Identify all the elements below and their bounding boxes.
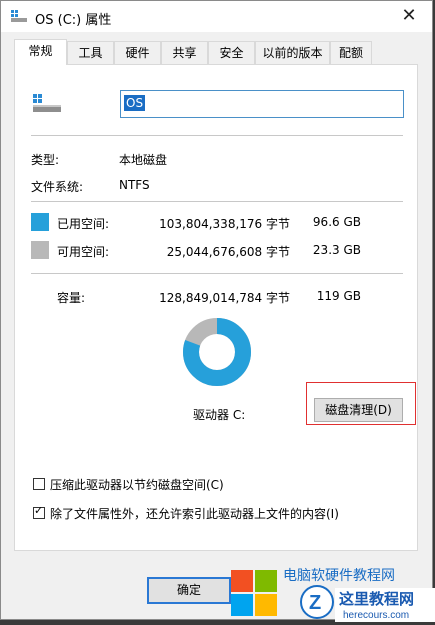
drive-label: 驱动器 C: [193, 408, 246, 422]
watermark-domain: herecours.com [343, 610, 409, 621]
tab-tools[interactable]: 工具 [67, 41, 114, 64]
used-space-size: 96.6 GB [312, 215, 361, 229]
used-space-swatch [31, 213, 49, 231]
tab-previous-versions[interactable]: 以前的版本 [255, 41, 330, 64]
compress-label[interactable]: 压缩此驱动器以节约磁盘空间(C) [50, 476, 224, 493]
ok-button[interactable]: 确定 [147, 577, 231, 604]
drive-icon [11, 10, 27, 22]
watermark-logo: 电脑软硬件教程网 Z 这里教程网 herecours.com [231, 567, 435, 622]
watermark-text-top: 电脑软硬件教程网 [283, 567, 395, 583]
drive-name-value: OS [124, 95, 146, 111]
disk-cleanup-button[interactable]: 磁盘清理(D) [314, 398, 403, 422]
index-checkbox[interactable]: ✓ [33, 504, 45, 519]
tab-quota[interactable]: 配额 [330, 41, 372, 64]
title-bar: OS (C:) 属性 ✕ [1, 1, 432, 32]
compress-checkbox[interactable] [33, 478, 45, 490]
drive-name-input[interactable]: OS [120, 90, 404, 118]
tab-sharing[interactable]: 共享 [161, 41, 208, 64]
general-panel: OS 类型: 本地磁盘 文件系统: NTFS 已用空间: 103,804,338… [14, 64, 418, 551]
checkmark-icon: ✓ [34, 504, 44, 517]
svg-text:Z: Z [309, 592, 321, 614]
free-space-size: 23.3 GB [312, 243, 361, 257]
divider [31, 273, 403, 274]
close-button[interactable]: ✕ [386, 1, 432, 32]
window-title: OS (C:) 属性 [35, 13, 112, 28]
free-space-bytes: 25,044,676,608 字节 [166, 245, 290, 259]
capacity-size: 119 GB [316, 289, 361, 303]
used-space-label: 已用空间: [57, 217, 110, 231]
divider [31, 201, 403, 202]
tab-hardware[interactable]: 硬件 [114, 41, 161, 64]
used-space-bytes: 103,804,338,176 字节 [159, 217, 290, 231]
filesystem-value: NTFS [119, 178, 150, 192]
properties-window: OS (C:) 属性 ✕ 常规 工具 硬件 共享 安全 以前的版本 配额 OS … [0, 0, 433, 620]
capacity-label: 容量: [57, 291, 86, 305]
watermark-brand: 这里教程网 [339, 590, 414, 608]
watermark: 电脑软硬件教程网 Z 这里教程网 herecours.com [231, 566, 435, 622]
tab-general[interactable]: 常规 [14, 39, 67, 65]
type-value: 本地磁盘 [119, 153, 168, 167]
capacity-bytes: 128,849,014,784 字节 [159, 291, 290, 305]
free-space-swatch [31, 241, 49, 259]
index-label[interactable]: 除了文件属性外，还允许索引此驱动器上文件的内容(I) [50, 505, 339, 522]
disk-usage-donut [183, 318, 251, 386]
free-space-label: 可用空间: [57, 245, 110, 259]
filesystem-label: 文件系统: [31, 180, 84, 194]
type-label: 类型: [31, 153, 60, 167]
divider [31, 135, 403, 136]
tab-security[interactable]: 安全 [208, 41, 255, 64]
hard-drive-icon [33, 94, 61, 112]
